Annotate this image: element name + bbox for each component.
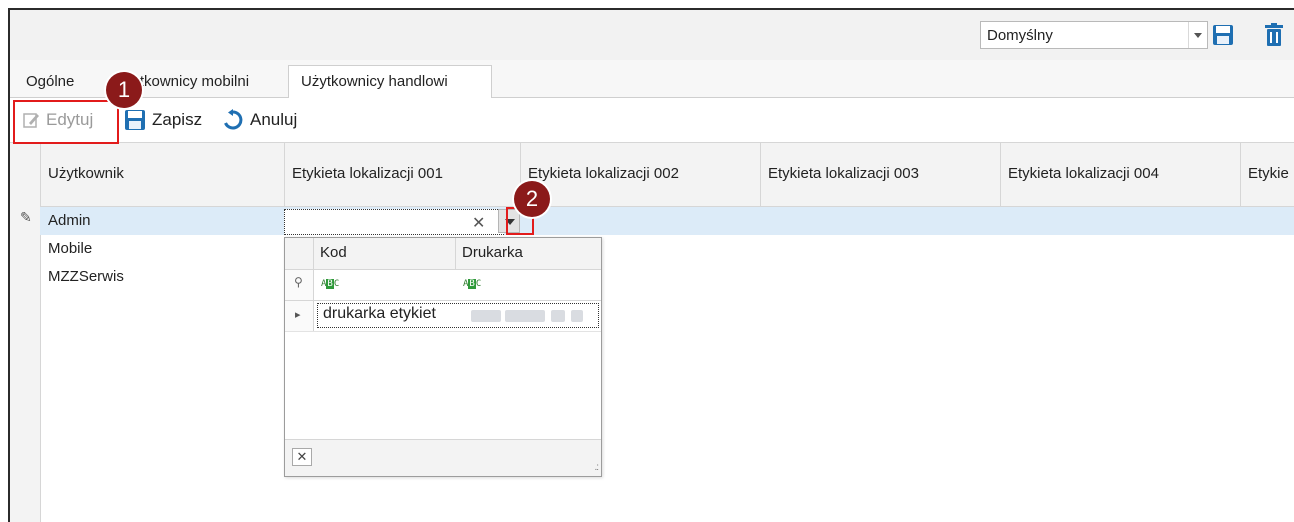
- popup-header: Kod Drukarka: [285, 238, 601, 270]
- row-pointer-icon: ▸: [295, 309, 301, 321]
- redacted-printer-name: [571, 310, 583, 322]
- tab-general[interactable]: Ogólne: [14, 68, 86, 98]
- top-toolbar: Domyślny: [10, 10, 1294, 61]
- user-name: Mobile: [48, 240, 93, 257]
- save-button[interactable]: Zapisz: [124, 106, 202, 134]
- popup-list-item[interactable]: ▸ drukarka etykiet: [285, 301, 601, 332]
- save-label: Zapisz: [152, 110, 203, 129]
- column-header-label-002[interactable]: Etykieta lokalizacji 002: [520, 143, 760, 206]
- cancel-button[interactable]: Anuluj: [222, 106, 297, 134]
- layout-select-value: Domyślny: [987, 27, 1053, 44]
- popup-column-printer[interactable]: Drukarka: [455, 238, 601, 269]
- callout-highlight-edit: [13, 100, 119, 144]
- printer-lookup-popup: Kod Drukarka ⚲ ABC ABC ▸ drukarka etykie…: [284, 237, 602, 477]
- redacted-printer-name: [471, 310, 501, 322]
- save-icon[interactable]: [1212, 22, 1234, 48]
- close-popup-button[interactable]: ✕: [292, 448, 312, 466]
- popup-filter-row[interactable]: ⚲ ABC ABC: [285, 270, 601, 301]
- undo-icon: [224, 109, 243, 130]
- chevron-down-icon[interactable]: [1188, 22, 1207, 48]
- filter-pin-icon: ⚲: [294, 275, 303, 289]
- printer-code: drukarka etykiet: [323, 305, 436, 322]
- column-header-label-001[interactable]: Etykieta lokalizacji 001: [284, 143, 520, 206]
- layout-select[interactable]: Domyślny: [980, 21, 1208, 49]
- resize-grip-icon[interactable]: .:: [594, 462, 598, 473]
- cancel-label: Anuluj: [250, 110, 298, 129]
- row-indicator: ▸: [285, 301, 314, 331]
- text-filter-icon: ABC: [321, 279, 340, 289]
- clear-icon[interactable]: ✕: [472, 213, 485, 233]
- popup-footer: ✕ .:: [285, 439, 601, 476]
- action-toolbar: Edytuj Zapisz Anuluj: [10, 98, 1294, 142]
- application-window: Domyślny Ogólne Użytkownicy mobilni Użyt…: [8, 8, 1294, 522]
- tab-sales-users[interactable]: Użytkownicy handlowi: [288, 65, 492, 99]
- row-indicator-column: [10, 206, 41, 522]
- column-header-label-003[interactable]: Etykieta lokalizacji 003: [760, 143, 1000, 206]
- column-header-user[interactable]: Użytkownik: [40, 143, 284, 206]
- user-name: Admin: [48, 212, 91, 229]
- trash-icon[interactable]: [1263, 22, 1285, 48]
- users-grid: Użytkownik Etykieta lokalizacji 001 Etyk…: [10, 142, 1294, 522]
- text-filter-icon: ABC: [463, 279, 482, 289]
- callout-badge-1: 1: [106, 72, 142, 108]
- label-cell-editor[interactable]: [284, 209, 504, 235]
- filter-row-indicator: ⚲: [285, 270, 314, 300]
- column-header-label-005[interactable]: Etykie: [1240, 143, 1294, 206]
- table-row[interactable]: Mobile: [40, 235, 1294, 263]
- save-icon: [125, 110, 145, 130]
- table-row[interactable]: MZZSerwis: [40, 263, 1294, 291]
- redacted-printer-name: [551, 310, 565, 322]
- column-header-label-004[interactable]: Etykieta lokalizacji 004: [1000, 143, 1240, 206]
- grid-header: Użytkownik Etykieta lokalizacji 001 Etyk…: [10, 142, 1294, 207]
- tab-strip: Ogólne Użytkownicy mobilni Użytkownicy h…: [10, 60, 1294, 99]
- popup-column-code[interactable]: Kod: [313, 238, 455, 269]
- pencil-icon: ✎: [20, 209, 32, 225]
- callout-badge-2: 2: [514, 181, 550, 217]
- redacted-printer-name: [505, 310, 545, 322]
- user-name: MZZSerwis: [48, 268, 124, 285]
- table-row[interactable]: Admin: [40, 207, 1294, 235]
